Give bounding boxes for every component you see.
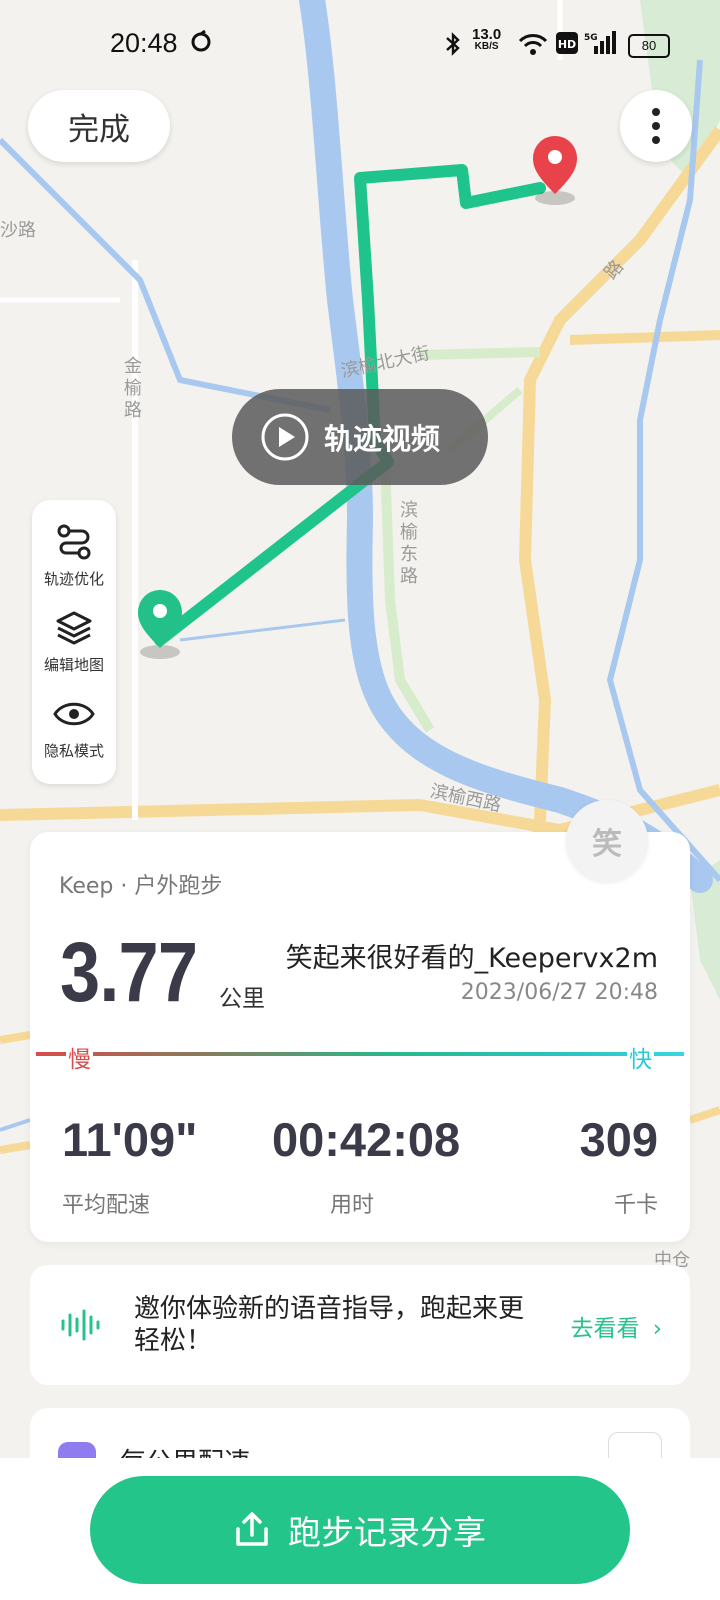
track-video-button[interactable]: 轨迹视频 <box>232 389 488 485</box>
share-run-label: 跑步记录分享 <box>288 1513 486 1552</box>
bluetooth-icon <box>444 32 462 62</box>
tool-edit-map[interactable]: 编辑地图 <box>32 604 116 675</box>
share-run-button[interactable]: 跑步记录分享 <box>90 1476 630 1584</box>
voice-guide-text: 邀你体验新的语音指导，跑起来更轻松！ <box>134 1294 525 1356</box>
slow-label: 慢 <box>66 1040 93 1074</box>
wifi-icon <box>518 32 548 62</box>
done-button[interactable]: 完成 <box>28 90 170 162</box>
eye-icon <box>32 690 116 738</box>
pace-gradient-bar <box>36 1052 684 1056</box>
activity-source: Keep · 户外跑步 <box>59 874 223 899</box>
distance-unit: 公里 <box>219 986 265 1012</box>
notification-icon <box>190 29 212 58</box>
share-icon <box>234 1511 270 1549</box>
map-toolbox: 轨迹优化 编辑地图 隐私模式 <box>32 500 116 784</box>
voice-guide-banner[interactable]: 邀你体验新的语音指导，跑起来更轻松！ 去看看 › <box>30 1265 690 1385</box>
play-icon <box>260 412 310 462</box>
fast-label: 快 <box>627 1040 654 1074</box>
tool-label: 编辑地图 <box>43 656 104 674</box>
battery-icon: 80 <box>628 34 670 58</box>
voice-guide-action[interactable]: 去看看 › <box>570 1309 662 1343</box>
voice-guide-action-label: 去看看 <box>570 1316 640 1342</box>
calories-label: 千卡 <box>613 1193 658 1218</box>
layers-icon <box>32 604 116 652</box>
tool-label: 轨迹优化 <box>43 570 104 588</box>
track-video-label: 轨迹视频 <box>324 422 441 456</box>
username: 笑起来很好看的_Keepervx2m <box>285 943 658 974</box>
hd-icon: HD <box>556 32 578 60</box>
tool-route-optimize[interactable]: 轨迹优化 <box>32 518 116 589</box>
net-speed: 13.0 KB/S <box>472 26 502 52</box>
distance-value: 3.77 <box>60 925 198 1019</box>
tool-label: 隐私模式 <box>43 742 104 760</box>
signal-icon: 5G <box>584 30 616 62</box>
svg-text:HD: HD <box>558 38 576 51</box>
avg-pace-value: 11'09" <box>62 1113 198 1166</box>
street-label: 沙路 <box>0 220 36 241</box>
status-time: 20:48 <box>110 28 178 58</box>
end-marker-icon <box>533 136 577 205</box>
run-datetime: 2023/06/27 20:48 <box>460 980 658 1005</box>
street-label: 滨榆东路 <box>400 500 418 587</box>
street-label: 金榆路 <box>124 356 142 421</box>
run-summary-card: Keep · 户外跑步 3.77 公里 笑起来很好看的_Keepervx2m 2… <box>30 832 690 1242</box>
route-optimize-icon <box>32 518 116 566</box>
calories-value: 309 <box>579 1113 658 1166</box>
duration-value: 00:42:08 <box>272 1113 461 1166</box>
voice-wave-icon <box>60 1307 102 1347</box>
tool-privacy-mode[interactable]: 隐私模式 <box>32 690 116 761</box>
chevron-right-icon: › <box>652 1316 662 1342</box>
avatar[interactable]: 笑 <box>566 800 648 882</box>
more-menu-button[interactable] <box>620 90 692 162</box>
duration-label: 用时 <box>330 1193 375 1218</box>
status-bar: 20:48 13.0 KB/S HD 5G 80 <box>0 0 720 90</box>
svg-text:5G: 5G <box>584 33 598 43</box>
start-marker-icon <box>138 590 182 659</box>
avg-pace-label: 平均配速 <box>62 1193 151 1218</box>
